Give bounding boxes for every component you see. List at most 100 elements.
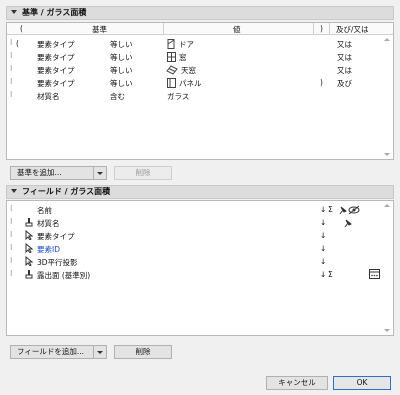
row-operator[interactable]: 等しい [110,78,133,89]
drag-handle-icon[interactable]: ⁝ [10,64,13,73]
drag-handle-icon[interactable]: ⁝ [10,90,13,99]
row-value[interactable]: ドア [179,39,194,50]
row-criteria[interactable]: 要素タイプ [37,39,75,50]
door-icon [167,39,175,49]
field-row[interactable]: ⁝ 要素ID ↓ [7,242,381,255]
field-row[interactable]: ⁝ 露出面 (基準別) ↓ Σ [7,268,381,281]
add-field-split-button[interactable]: フィールドを追加... [10,345,107,359]
row-value[interactable]: 窓 [179,52,187,63]
col-criteria: 基準 [92,25,107,34]
chevron-down-icon [97,351,103,354]
pin-icon[interactable] [343,218,352,228]
criteria-section-header[interactable]: 基準 / ガラス面積 [6,6,394,20]
drag-handle-icon[interactable]: ⁝ [10,269,13,278]
hide-eye-icon[interactable] [348,205,360,215]
criteria-row[interactable]: ⁝ ( 要素タイプ 等しい ドア 又は [7,37,381,50]
criteria-row[interactable]: ⁝ 要素タイプ 等しい 天窓 又は [7,63,381,76]
sort-icon[interactable]: ↓ [320,270,326,279]
field-row[interactable]: ⁝ 3D平行投影 ↓ [7,255,381,268]
collapse-triangle-icon [11,10,17,14]
row-andor[interactable]: 及び [337,78,352,89]
col-paren-open: ( [20,24,23,33]
drag-handle-icon[interactable]: ⁝ [10,256,13,265]
row-andor[interactable]: 又は [337,52,352,63]
drag-handle-icon[interactable]: ⁝ [10,230,13,239]
fields-section-title: フィールド / ガラス面積 [22,187,111,196]
criteria-table-header: ( 基準 値 ) 及び/又は [7,23,393,35]
sort-icon[interactable]: ↓ [320,257,326,266]
delete-field-button[interactable]: 削除 [114,345,172,359]
scroll-up-icon[interactable] [384,38,390,41]
drag-handle-icon[interactable]: ⁝ [10,77,13,86]
add-field-dropdown[interactable] [94,345,107,359]
row-operator[interactable]: 等しい [110,65,133,76]
row-criteria[interactable]: 材質名 [37,91,60,102]
collapse-triangle-icon [11,189,17,193]
criteria-row[interactable]: ⁝ 要素タイプ 等しい 窓 又は [7,50,381,63]
chevron-down-icon [97,172,103,175]
row-criteria[interactable]: 要素タイプ [37,65,75,76]
drag-handle-icon[interactable]: ⁝ [10,51,13,60]
pin-icon[interactable] [338,205,347,215]
criteria-row[interactable]: ⁝ 要素タイプ 等しい パネル ) 及び [7,76,381,89]
fields-list: ⁝ 名前 ↓ Σ ⁝ 材質名 ↓ ⁝ 要素タイプ ↓ ⁝ 要素ID ↓ ⁝ 3D… [6,200,394,336]
field-name[interactable]: 材質名 [37,218,60,229]
add-field-button[interactable]: フィールドを追加... [10,345,94,359]
row-value[interactable]: ガラス [167,91,189,102]
row-paren-open[interactable]: ( [16,39,19,48]
delete-criteria-button[interactable]: 削除 [114,166,172,180]
field-name[interactable]: 要素ID [37,244,60,255]
cursor-icon [25,243,33,253]
sum-icon[interactable]: Σ [328,270,333,279]
scroll-up-icon[interactable] [384,204,390,207]
criteria-section-title: 基準 / ガラス面積 [22,8,87,17]
row-andor[interactable]: 又は [337,65,352,76]
stamp-icon [25,218,33,227]
row-value[interactable]: 天窓 [181,65,196,76]
cancel-button[interactable]: キャンセル [266,376,328,390]
row-value[interactable]: パネル [179,78,202,89]
field-name[interactable]: 3D平行投影 [37,257,78,268]
drag-handle-icon[interactable]: ⁝ [10,243,13,252]
field-row[interactable]: ⁝ 要素タイプ ↓ [7,229,381,242]
row-criteria[interactable]: 要素タイプ [37,78,75,89]
drag-handle-icon[interactable]: ⁝ [10,217,13,226]
sort-icon[interactable]: ↓ [320,218,326,227]
criteria-row[interactable]: ⁝ 材質名 含む ガラス [7,89,381,102]
field-name[interactable]: 名前 [37,205,52,216]
sum-icon[interactable]: Σ [328,205,333,214]
field-name[interactable]: 露出面 (基準別) [37,270,90,281]
col-paren-close: ) [320,24,323,33]
sort-icon[interactable]: ↓ [320,205,326,214]
stamp-icon [25,270,33,279]
ok-button[interactable]: OK [333,376,391,390]
add-criteria-dropdown[interactable] [94,166,107,180]
row-operator[interactable]: 含む [110,91,125,102]
row-criteria[interactable]: 要素タイプ [37,52,75,63]
drag-handle-icon[interactable]: ⁝ [10,38,13,47]
field-row[interactable]: ⁝ 名前 ↓ Σ [7,203,381,216]
field-name[interactable]: 要素タイプ [37,231,75,242]
row-andor[interactable]: 又は [337,39,352,50]
fields-scrollbar[interactable] [382,201,393,335]
row-operator[interactable]: 等しい [110,39,133,50]
drag-handle-icon[interactable]: ⁝ [10,204,13,213]
criteria-table: ( 基準 値 ) 及び/又は ⁝ ( 要素タイプ 等しい ドア 又は ⁝ 要素タ… [6,22,394,160]
add-criteria-split-button[interactable]: 基準を追加... [10,166,107,180]
skylight-icon [166,65,178,75]
cursor-icon [25,256,33,266]
criteria-scrollbar[interactable] [382,35,393,159]
fields-section-header[interactable]: フィールド / ガラス面積 [6,185,394,199]
row-operator[interactable]: 等しい [110,52,133,63]
col-value: 値 [233,25,241,34]
sort-icon[interactable]: ↓ [320,231,326,240]
add-criteria-button[interactable]: 基準を追加... [10,166,94,180]
row-paren-close[interactable]: ) [320,78,323,87]
scroll-down-icon[interactable] [384,329,390,332]
panel-icon [167,78,176,88]
more-options-icon[interactable] [369,269,380,279]
field-row[interactable]: ⁝ 材質名 ↓ [7,216,381,229]
sort-icon[interactable]: ↓ [320,244,326,253]
cursor-icon [25,230,33,240]
scroll-down-icon[interactable] [384,153,390,156]
